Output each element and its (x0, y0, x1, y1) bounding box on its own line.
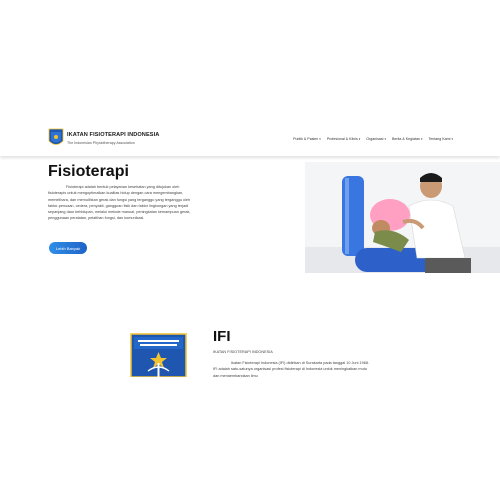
main-nav: Publik & Pasien ▾ Profesional & Klinis ▾ O… (293, 137, 453, 141)
hero-title: Fisioterapi (48, 163, 129, 180)
nav-publik-pasien[interactable]: Publik & Pasien ▾ (293, 137, 321, 141)
chevron-down-icon: ▾ (319, 136, 321, 141)
nav-berita-kegiatan[interactable]: Berita & Kegiatan ▾ (392, 137, 423, 141)
chevron-down-icon: ▾ (358, 136, 361, 141)
ifi-logo-icon[interactable] (48, 128, 64, 148)
hero-image (305, 162, 500, 273)
nav-profesional-klinis[interactable]: Profesional & Klinis ▾ (327, 137, 360, 141)
brand-tagline: The Indonesian Physiotherapy Association (67, 141, 135, 145)
chevron-down-icon: ▾ (420, 136, 423, 141)
hero-description: Fisioterapi adalah bentuk pelayanan kese… (48, 185, 191, 221)
nav-organisasi[interactable]: Organisasi ▾ (366, 137, 386, 141)
chevron-down-icon: ▾ (384, 136, 386, 141)
ifi-emblem (130, 333, 187, 377)
learn-more-button[interactable]: Lebih Banyak (49, 242, 87, 254)
nav-tentang-kami[interactable]: Tentang Kami ▾ (429, 137, 454, 141)
about-description: Ikatan Fisioterapi Indonesia (IFI) didir… (213, 361, 370, 377)
brand-name[interactable]: IKATAN FISIOTERAPI INDONESIA (67, 132, 159, 138)
chevron-down-icon: ▾ (451, 136, 453, 141)
physiotherapy-photo (305, 162, 500, 273)
about-title: IFI (213, 328, 231, 345)
about-subtitle: IKATAN FISIOTERAPI INDONESIA (213, 350, 273, 354)
